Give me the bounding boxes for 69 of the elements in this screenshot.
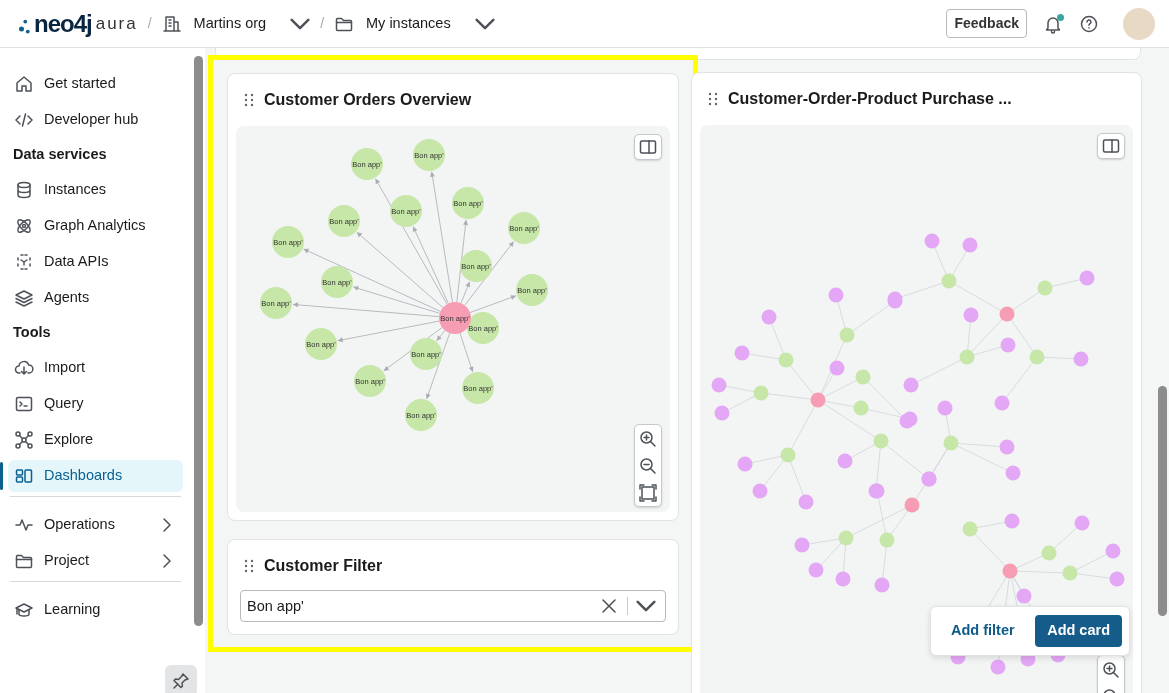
layers-icon: [14, 287, 34, 308]
sidebar-item[interactable]: Get started: [8, 68, 183, 100]
feedback-button[interactable]: Feedback: [946, 9, 1027, 38]
database-icon: [14, 179, 34, 200]
card-title: Customer Orders Overview: [264, 90, 472, 110]
clear-icon[interactable]: [599, 596, 619, 616]
fit-view-icon: [638, 482, 658, 503]
panel-toggle-button[interactable]: [634, 134, 662, 160]
add-filter-button[interactable]: Add filter: [941, 616, 1025, 646]
sidebar-item[interactable]: Instances: [8, 173, 183, 206]
relationship-arrow: [459, 332, 474, 373]
graph-node[interactable]: [452, 187, 484, 219]
graph-node[interactable]: [354, 365, 386, 397]
graph-node[interactable]: [260, 287, 292, 319]
pin-button[interactable]: [165, 665, 197, 693]
graph-node[interactable]: [439, 302, 471, 334]
building-icon: [161, 13, 182, 34]
graph-icon: [14, 429, 34, 450]
sidebar-item[interactable]: Agents: [8, 281, 183, 314]
breadcrumb-separator: /: [320, 14, 325, 33]
filter-select[interactable]: Bon app': [240, 590, 666, 622]
graph-node[interactable]: [460, 250, 492, 282]
sidebar-item[interactable]: Operations: [8, 508, 183, 541]
sidebar-item[interactable]: Data APIs: [8, 245, 183, 278]
sidebar-heading: Tools: [12, 322, 52, 342]
card-title: Customer-Order-Product Purchase ...: [728, 89, 1012, 109]
sidebar-item[interactable]: Project: [8, 544, 183, 577]
scrollbar-thumb[interactable]: [194, 56, 203, 626]
sidebar-item[interactable]: Learning: [8, 593, 183, 626]
drag-handle-icon: [708, 92, 718, 106]
graph-node[interactable]: [516, 274, 548, 306]
graph-node[interactable]: [328, 205, 360, 237]
sidebar-item[interactable]: Developer hub: [8, 104, 183, 136]
home-icon: [14, 74, 34, 94]
sidebar-panel-icon: [638, 137, 658, 157]
code-icon: [14, 110, 34, 130]
sidebar-panel-icon: [1101, 136, 1121, 156]
sidebar-heading: Data services: [12, 145, 108, 164]
breadcrumb-separator: /: [147, 14, 152, 33]
sidebar-item[interactable]: Import: [8, 351, 183, 384]
pin-icon: [171, 671, 191, 691]
logo-suffix: aura: [95, 12, 138, 35]
sidebar-item[interactable]: Explore: [8, 423, 183, 456]
graph-node[interactable]: [305, 328, 337, 360]
scrollbar-thumb[interactable]: [1158, 386, 1167, 616]
graph-node[interactable]: [390, 195, 422, 227]
sidebar-item[interactable]: Graph Analytics: [8, 209, 183, 242]
panel-toggle-button[interactable]: [1097, 133, 1125, 159]
dashed-cube-icon: [14, 251, 34, 272]
zoom-in-icon: [1101, 659, 1121, 680]
logo-wordmark[interactable]: neo4j: [34, 11, 92, 36]
breadcrumb-dropdown[interactable]: Martins org: [161, 12, 311, 35]
graph-node[interactable]: [462, 372, 494, 404]
graph-node[interactable]: [413, 139, 445, 171]
graph-node[interactable]: [405, 399, 437, 431]
add-card-button[interactable]: Add card: [1035, 615, 1122, 647]
sidebar-item[interactable]: Query: [8, 387, 183, 420]
graph-node[interactable]: [508, 212, 540, 244]
card-title: Customer Filter: [264, 556, 383, 576]
graph-node[interactable]: [351, 148, 383, 180]
drag-handle-icon: [244, 93, 254, 107]
graph-node[interactable]: [321, 266, 353, 298]
graph-node[interactable]: [272, 226, 304, 258]
breadcrumb-dropdown[interactable]: My instances: [334, 12, 495, 35]
graph-node[interactable]: [410, 338, 442, 370]
drag-handle-icon: [244, 559, 254, 573]
zoom-in-icon: [638, 428, 658, 449]
help-icon[interactable]: [1079, 13, 1099, 34]
zoom-out-icon: [638, 455, 658, 476]
